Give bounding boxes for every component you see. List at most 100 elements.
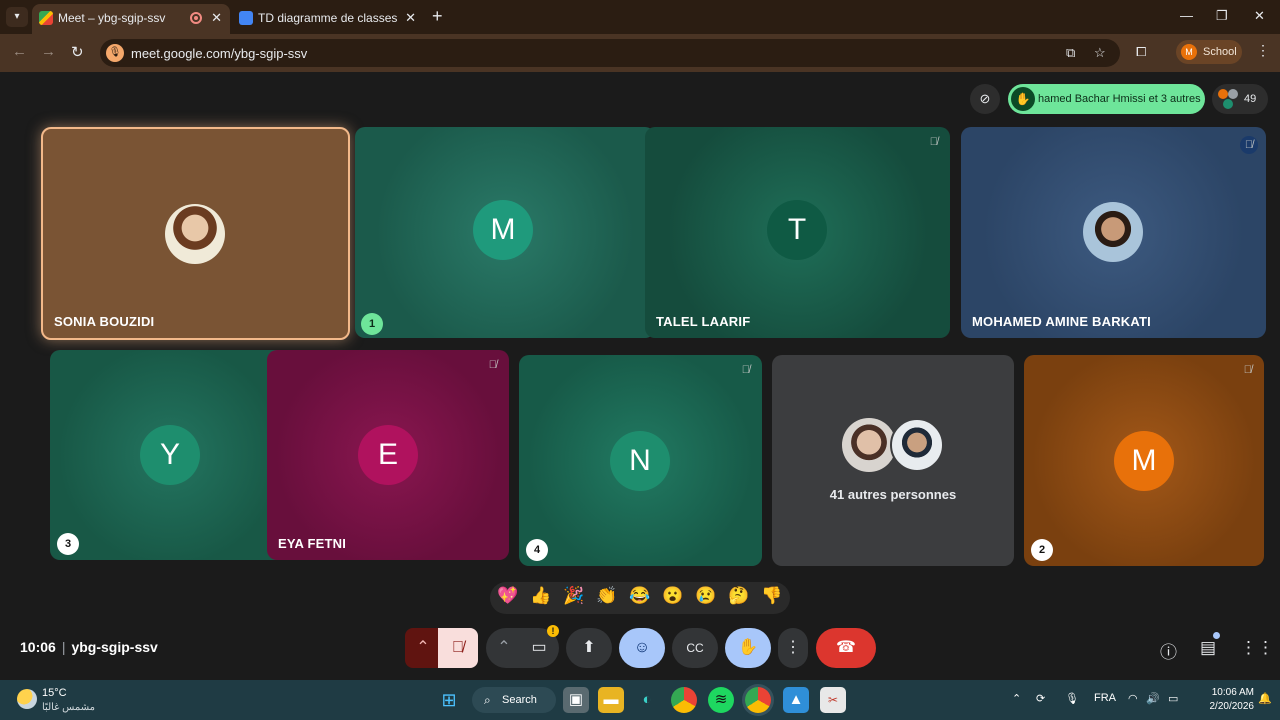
edge-browser-icon[interactable]: ◐ [634, 687, 660, 713]
captions-button[interactable]: CC [672, 628, 718, 668]
system-clock[interactable]: 10:06 AM 2/20/2026 [1196, 686, 1255, 714]
chat-icon[interactable]: ▤ [1200, 638, 1216, 658]
tab-meet[interactable]: Meet – ybg-sgip-ssv ✕ [32, 4, 230, 34]
minimize-icon[interactable]: — [1180, 8, 1193, 23]
profile-label: School [1203, 46, 1237, 58]
hand-order-badge: 4 [526, 539, 548, 561]
volume-icon[interactable]: 🔊 [1146, 692, 1160, 705]
address-bar[interactable]: 🎙 meet.google.com/ybg-sgip-ssv ⧉ ☆ [100, 39, 1120, 67]
input-language[interactable]: FRA [1094, 692, 1116, 704]
browser-menu-icon[interactable]: ⋮ [1256, 42, 1270, 59]
extensions-puzzle-icon[interactable]: ⧠ [1136, 44, 1146, 60]
participant-tile-m[interactable]: M 1 [355, 127, 655, 338]
snipping-tool-icon[interactable]: ✂ [820, 687, 846, 713]
tab-search-chevron-icon[interactable]: ▾ [6, 7, 28, 27]
search-icon: ⌕ [484, 693, 491, 707]
task-view-icon[interactable]: ▣ [563, 687, 589, 713]
participant-tile-mohamed-amine[interactable]: 🎙̸ MOHAMED AMINE BARKATI [961, 127, 1266, 338]
reaction-laughing[interactable]: 😂 [629, 586, 650, 606]
leave-call-button[interactable]: ☎ [816, 628, 876, 668]
avatar [842, 418, 896, 472]
avatar: M [473, 200, 533, 260]
emoji-reactions-button[interactable]: ☺ [619, 628, 665, 668]
sync-icon[interactable]: ⟳ [1036, 692, 1045, 705]
weather-sunny-icon[interactable] [17, 689, 37, 709]
meeting-details: 10:06 | ybg-sgip-ssv [20, 639, 158, 655]
avatar: Y [140, 425, 200, 485]
participant-tile-y[interactable]: Y 3 [50, 350, 290, 560]
window-close-icon[interactable]: ✕ [1254, 8, 1265, 24]
maximize-icon[interactable]: ❐ [1216, 8, 1228, 24]
reaction-party-popper[interactable]: 🎉 [563, 586, 584, 606]
participant-tile-eya[interactable]: E 🎙̸ EYA FETNI [267, 350, 509, 560]
translate-icon[interactable]: ⧉ [1066, 45, 1075, 61]
battery-icon[interactable]: ▭ [1168, 692, 1178, 705]
photos-app-icon[interactable]: ▲ [783, 687, 809, 713]
chrome-profile-icon[interactable] [745, 687, 771, 713]
hand-order-badge: 2 [1031, 539, 1053, 561]
profile-avatar: M [1181, 44, 1197, 60]
taskbar-search[interactable]: ⌕ Search [472, 687, 556, 713]
microphone-off-button[interactable]: 🎙̸ [438, 628, 478, 668]
more-options-icon[interactable]: ⋮ [778, 628, 808, 668]
wifi-icon[interactable]: ◠ [1128, 692, 1138, 705]
activities-grid-icon[interactable]: ⋮⋮⋮ [1240, 638, 1280, 658]
tray-overflow-chevron-icon[interactable]: ⌃ [1012, 692, 1021, 705]
reaction-thumbs-down[interactable]: 👎 [761, 586, 782, 606]
participant-tile-sonia[interactable]: SONIA BOUZIDI [41, 127, 350, 340]
reaction-surprised[interactable]: 😮 [662, 586, 683, 606]
reaction-thinking[interactable]: 🤔 [728, 586, 749, 606]
participant-tile-n[interactable]: N 🎙̸ 4 [519, 355, 762, 566]
present-screen-button[interactable]: ⬆ [566, 628, 612, 668]
meeting-info-icon[interactable]: ⓘ [1160, 638, 1177, 663]
muted-mic-icon: 🎙̸ [1240, 136, 1258, 154]
new-tab-plus-icon[interactable]: + [432, 6, 443, 27]
forward-arrow-icon[interactable]: → [41, 43, 56, 60]
raise-hand-button[interactable]: ✋ [725, 628, 771, 668]
muted-mic-icon: 🎙̸ [929, 136, 938, 148]
mini-avatar [1223, 99, 1233, 109]
reaction-clapping[interactable]: 👏 [596, 586, 617, 606]
profile-chip[interactable]: M School [1176, 40, 1242, 64]
audio-options-chevron-icon[interactable]: ⌃ [405, 628, 441, 668]
close-tab-icon[interactable]: ✕ [211, 4, 222, 32]
mini-avatar [1218, 89, 1228, 99]
browser-toolbar: ← → ↻ 🎙 meet.google.com/ybg-sgip-ssv ⧉ ☆… [0, 34, 1280, 72]
meeting-time: 10:06 [20, 639, 56, 655]
participant-name: MOHAMED AMINE BARKATI [972, 314, 1151, 329]
participant-tile-talel[interactable]: T 🎙̸ TALEL LAARIF [645, 127, 950, 338]
file-explorer-icon[interactable]: ▬ [598, 687, 624, 713]
taskbar-search-label: Search [502, 694, 537, 706]
others-tile[interactable]: 41 autres personnes [772, 355, 1014, 566]
reactions-bar: 💖 👍 🎉 👏 😂 😮 😢 🤔 👎 [490, 582, 790, 614]
reload-icon[interactable]: ↻ [71, 43, 84, 61]
meet-favicon-icon [39, 11, 53, 25]
others-count-label: 41 autres personnes [829, 487, 957, 502]
back-arrow-icon[interactable]: ← [12, 43, 27, 60]
tab-td-diagramme[interactable]: TD diagramme de classes ✕ [232, 4, 424, 34]
bookmark-star-icon[interactable]: ☆ [1094, 45, 1106, 61]
camera-button[interactable]: ▭! [519, 625, 559, 668]
people-count-pill[interactable]: 49 [1212, 84, 1268, 114]
avatar: M [1114, 431, 1174, 491]
meet-stage: ⊘ ✋ hamed Bachar Hmissi et 3 autres 49 S… [0, 72, 1280, 680]
video-options-chevron-icon[interactable]: ⌃ [486, 628, 522, 668]
reaction-sparkling-heart[interactable]: 💖 [497, 586, 518, 606]
microphone-tray-icon[interactable]: 🎙 [1065, 692, 1079, 705]
notifications-bell-icon[interactable]: 🔔 [1258, 692, 1272, 705]
camera-off-indicator-icon[interactable]: ⊘ [970, 84, 1000, 114]
close-tab-icon[interactable]: ✕ [405, 4, 416, 32]
avatar: E [358, 425, 418, 485]
reaction-crying[interactable]: 😢 [695, 586, 716, 606]
chrome-icon[interactable] [671, 687, 697, 713]
url-text: meet.google.com/ybg-sgip-ssv [131, 46, 308, 61]
spotify-icon[interactable]: ≋ [708, 687, 734, 713]
microphone-in-use-icon[interactable]: 🎙 [106, 44, 124, 62]
raised-hand-icon: ✋ [1011, 87, 1035, 111]
reaction-thumbs-up[interactable]: 👍 [530, 586, 551, 606]
participant-tile-m2[interactable]: M 🎙̸ 2 [1024, 355, 1264, 566]
tab-td-title: TD diagramme de classes [258, 11, 398, 25]
participant-count: 49 [1244, 93, 1257, 105]
windows-start-icon[interactable]: ⊞ [436, 687, 462, 713]
raised-hands-pill[interactable]: ✋ hamed Bachar Hmissi et 3 autres [1008, 84, 1205, 114]
